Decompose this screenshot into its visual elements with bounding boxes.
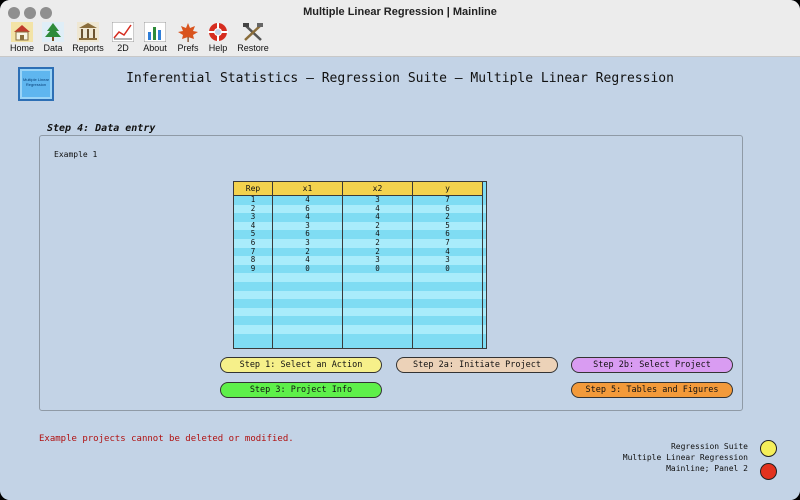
toolbar-data-button[interactable]: Data — [33, 22, 73, 54]
table-cell[interactable] — [343, 325, 412, 334]
yellow-status-indicator[interactable] — [760, 440, 777, 457]
table-cell[interactable] — [343, 334, 412, 343]
table-cell[interactable] — [273, 308, 342, 317]
table-cell[interactable] — [413, 325, 482, 334]
column-header-rep[interactable]: Rep — [234, 182, 273, 196]
toolbar-restore-button[interactable]: Restore — [233, 22, 273, 54]
table-cell[interactable] — [343, 282, 412, 291]
help-buoy-icon — [208, 23, 228, 41]
tools-icon — [243, 23, 263, 41]
step3-project-info-button[interactable]: Step 3: Project Info — [220, 382, 382, 398]
step-label: Step 4: Data entry — [47, 123, 156, 134]
table-cell[interactable] — [413, 316, 482, 325]
tree-icon — [42, 22, 64, 42]
table-cell[interactable] — [234, 291, 272, 300]
table-cell[interactable]: 0 — [413, 264, 482, 274]
table-cell[interactable] — [234, 299, 272, 308]
status-module: Multiple Linear Regression — [622, 453, 748, 462]
window-title: Multiple Linear Regression | Mainline — [303, 6, 497, 18]
column-divider — [272, 196, 273, 348]
table-cell[interactable] — [413, 291, 482, 300]
step1-select-action-button[interactable]: Step 1: Select an Action — [220, 357, 382, 373]
table-cell[interactable]: 0 — [343, 264, 412, 274]
column-header-y[interactable]: y — [413, 182, 483, 196]
step2a-initiate-project-button[interactable]: Step 2a: Initiate Project — [396, 357, 558, 373]
table-cell[interactable] — [343, 291, 412, 300]
title-bar: Multiple Linear Regression | Mainline Ho… — [0, 0, 800, 57]
data-entry-panel: Example 1 Rep x1 x2 y 143726463442432556… — [39, 135, 743, 411]
columns-icon — [77, 22, 99, 42]
toolbar-help-label: Help — [208, 43, 228, 53]
table-cell[interactable] — [273, 273, 342, 282]
warning-message: Example projects cannot be deleted or mo… — [39, 434, 294, 444]
table-header: Rep x1 x2 y — [234, 182, 486, 196]
table-cell[interactable] — [343, 308, 412, 317]
table-cell[interactable] — [343, 299, 412, 308]
column-divider — [482, 196, 483, 348]
table-cell[interactable] — [343, 273, 412, 282]
maple-leaf-icon — [178, 23, 198, 42]
data-table[interactable]: Rep x1 x2 y 1437264634424325564663277224… — [233, 181, 487, 349]
table-cell[interactable] — [234, 325, 272, 334]
table-cell[interactable] — [273, 334, 342, 343]
table-cell[interactable] — [413, 273, 482, 282]
table-cell[interactable] — [234, 273, 272, 282]
column-divider — [342, 196, 343, 348]
page-title: Inferential Statistics — Regression Suit… — [126, 71, 674, 86]
toolbar-reports-button[interactable]: Reports — [68, 22, 108, 54]
toolbar-reports-label: Reports — [72, 43, 104, 53]
column-divider — [412, 196, 413, 348]
table-cell[interactable] — [273, 325, 342, 334]
table-cell[interactable] — [234, 282, 272, 291]
table-cell[interactable] — [234, 308, 272, 317]
table-cell[interactable] — [343, 316, 412, 325]
table-cell[interactable] — [273, 316, 342, 325]
toolbar-data-label: Data — [43, 43, 63, 53]
table-cell[interactable] — [234, 334, 272, 343]
toolbar-restore-label: Restore — [237, 43, 269, 53]
table-cell[interactable] — [413, 308, 482, 317]
toolbar-help-button[interactable]: Help — [198, 22, 238, 54]
column-header-x2[interactable]: x2 — [343, 182, 413, 196]
step2b-select-project-button[interactable]: Step 2b: Select Project — [571, 357, 733, 373]
table-cell[interactable] — [273, 299, 342, 308]
status-suite: Regression Suite — [670, 442, 748, 451]
step5-tables-figures-button[interactable]: Step 5: Tables and Figures — [571, 382, 733, 398]
bar-chart-icon — [144, 22, 166, 42]
table-cell[interactable] — [273, 291, 342, 300]
status-panel: Mainline; Panel 2 — [666, 464, 748, 473]
table-cell[interactable] — [413, 299, 482, 308]
example-label: Example 1 — [54, 150, 98, 159]
table-cell[interactable] — [413, 334, 482, 343]
column-header-x1[interactable]: x1 — [273, 182, 343, 196]
table-cell[interactable] — [413, 282, 482, 291]
app-window: Multiple Linear Regression | Mainline Ho… — [0, 0, 800, 500]
table-cell[interactable] — [273, 282, 342, 291]
line-chart-icon — [112, 22, 134, 42]
red-status-indicator[interactable] — [760, 463, 777, 480]
app-logo: Multiple Linear Regression — [18, 67, 54, 101]
table-cell[interactable] — [234, 316, 272, 325]
main-content: Multiple Linear Regression Inferential S… — [0, 57, 800, 500]
table-cell[interactable]: 9 — [234, 264, 272, 274]
table-cell[interactable]: 0 — [273, 264, 342, 274]
home-icon — [11, 22, 33, 42]
app-logo-text: Multiple Linear Regression — [22, 77, 49, 87]
